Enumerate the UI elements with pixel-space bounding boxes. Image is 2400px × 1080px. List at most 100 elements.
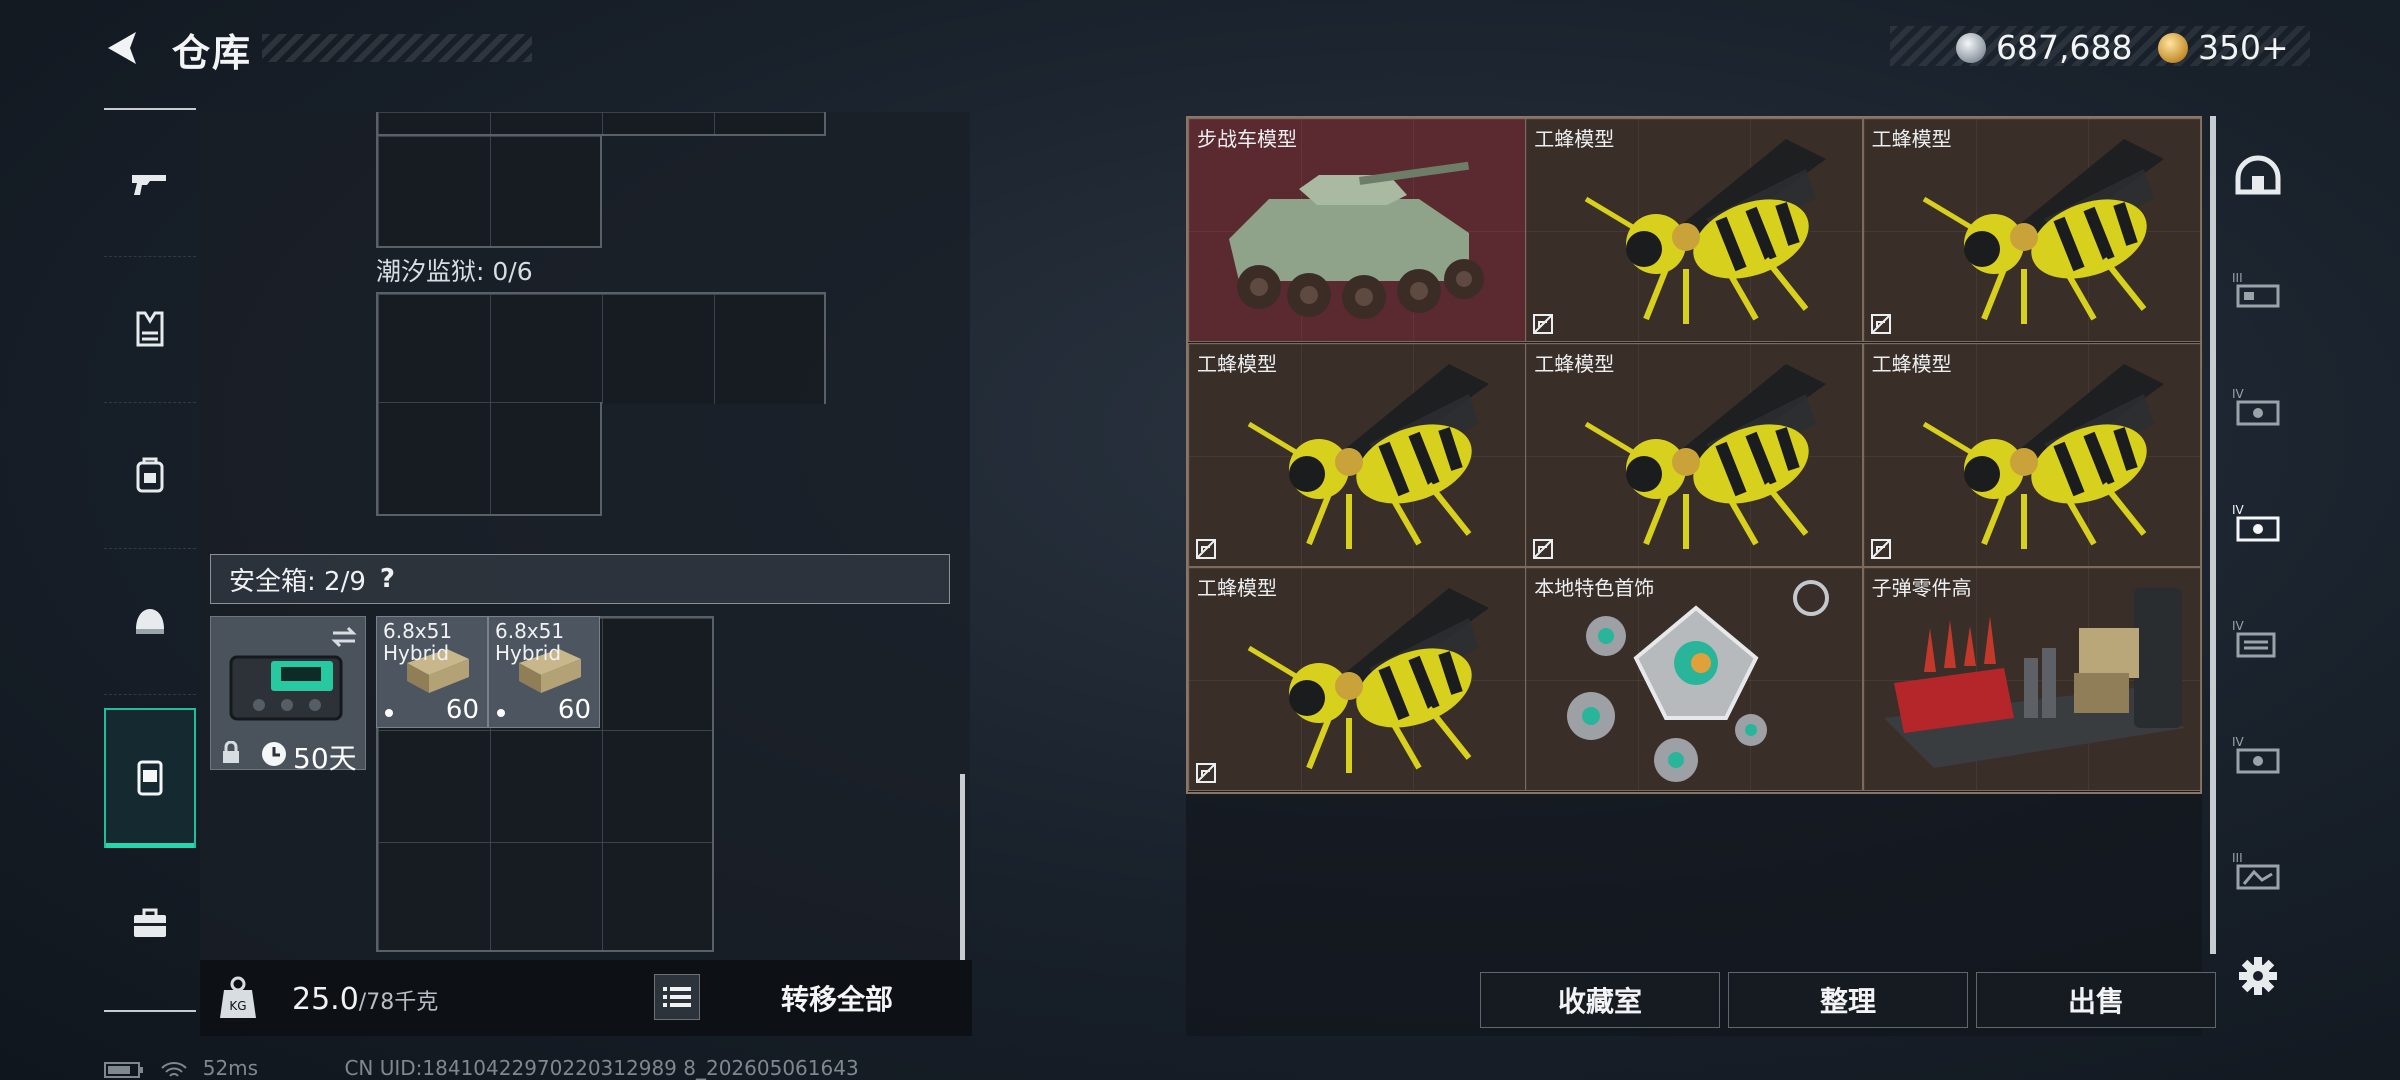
rnav-tier3-gear[interactable]: III — [2222, 242, 2294, 342]
back-arrow-icon[interactable] — [100, 26, 144, 70]
tier4-card-icon: IV — [2232, 735, 2280, 774]
no-fire-icon — [1870, 314, 1891, 334]
item-name: 工蜂模型 — [1534, 351, 1615, 376]
bee-model-art — [1922, 363, 2164, 549]
item-cell[interactable]: 子弹零件高 — [1862, 567, 2201, 792]
svg-text:III: III — [2232, 851, 2243, 865]
no-fire-icon — [1533, 538, 1554, 559]
tier4-docs-icon: IV — [2232, 619, 2276, 658]
rnav-tier3-map[interactable]: III — [2222, 822, 2294, 922]
prison-grid-row2[interactable] — [376, 402, 602, 516]
current-weight: 25.0 — [292, 982, 359, 1017]
svg-text:III: III — [2232, 271, 2243, 285]
item-name: 工蜂模型 — [1871, 127, 1952, 151]
bee-model-art — [1247, 588, 1489, 774]
item-cell[interactable]: 工蜂模型 — [1525, 118, 1864, 342]
item-name: 本地特色首饰 — [1534, 576, 1655, 601]
safe-case-item[interactable]: 50天 — [210, 616, 366, 775]
nav-weapons[interactable] — [104, 110, 196, 257]
ammo-item[interactable]: 6.8x51 Hybrid 60 — [376, 616, 488, 728]
title-stripe — [262, 34, 532, 62]
no-fire-icon — [1533, 314, 1554, 334]
armor-vest-icon — [136, 311, 164, 347]
item-name: 步战车模型 — [1197, 127, 1297, 151]
nav-armor[interactable] — [104, 256, 196, 403]
item-cells: 步战车模型 工蜂模型 工蜂模型 工蜂模型 工蜂模型 工蜂模型 工蜂模型 本地特色… — [1188, 118, 2201, 792]
gold-currency[interactable]: 350+ — [2158, 28, 2289, 67]
vehicle-model-art — [1229, 161, 1484, 319]
item-cell[interactable]: 工蜂模型 — [1188, 567, 1526, 792]
bee-model-art — [1585, 363, 1827, 549]
ammo-dot-icon — [385, 709, 393, 717]
toolbox-icon — [134, 908, 166, 937]
list-icon — [663, 987, 691, 1007]
prison-grid-row1[interactable] — [376, 292, 826, 404]
helmet-icon — [136, 609, 164, 634]
ammo-type: Hybrid — [495, 641, 562, 665]
svg-text:IV: IV — [2232, 503, 2245, 517]
ammo-count: 60 — [557, 695, 591, 725]
uid-readout: CN UID:18410422970220312989 8_2026050616… — [344, 1056, 859, 1080]
left-scrollbar[interactable] — [960, 774, 965, 960]
right-scrollbar[interactable] — [2210, 116, 2216, 954]
ammo-dot-icon — [497, 709, 505, 717]
nav-helmet[interactable] — [104, 548, 196, 695]
help-icon[interactable]: ? — [380, 564, 395, 594]
bee-model-art — [1247, 363, 1489, 549]
right-storage-nav: III IV IV IV IV III — [2222, 116, 2294, 1036]
item-cell[interactable]: 本地特色首饰 — [1525, 567, 1864, 792]
silver-amount: 687,688 — [1996, 28, 2133, 67]
tier4-card-selected-icon: IV — [2232, 503, 2280, 542]
nav-safe-case[interactable] — [104, 708, 196, 848]
safe-case-icon — [137, 760, 163, 796]
tier3-map-icon: III — [2232, 851, 2280, 890]
item-name: 工蜂模型 — [1534, 127, 1615, 151]
bee-model-art — [1922, 139, 2164, 324]
ammo-item[interactable]: 6.8x51 Hybrid 60 — [488, 616, 600, 728]
swap-icon[interactable] — [329, 625, 359, 649]
battery-icon — [104, 1061, 143, 1078]
page-title: 仓库 — [172, 31, 253, 75]
tier4-card-icon: IV — [2232, 387, 2280, 426]
item-cell[interactable]: 工蜂模型 — [1525, 342, 1864, 567]
container-grid-top[interactable] — [376, 136, 602, 248]
sell-button[interactable]: 出售 — [1976, 972, 2216, 1028]
nav-backpack[interactable] — [104, 402, 196, 549]
wifi-icon — [161, 1061, 188, 1077]
no-fire-icon — [1196, 538, 1216, 559]
backpack-icon — [136, 457, 164, 493]
safe-case-header: 安全箱: 2/9 ? — [210, 554, 950, 604]
list-view-button[interactable] — [654, 974, 700, 1020]
item-name: 工蜂模型 — [1871, 351, 1952, 376]
weight-readout: 25.0/78千克 — [292, 982, 438, 1017]
silver-coin-icon — [1956, 32, 1986, 63]
organize-button[interactable]: 整理 — [1728, 972, 1968, 1028]
item-cell[interactable]: 工蜂模型 — [1188, 342, 1526, 567]
rnav-tier4-card[interactable]: IV — [2222, 358, 2294, 458]
left-category-nav — [104, 108, 196, 1012]
ammo-caliber: 6.8x51 — [495, 619, 565, 643]
weapon-icon — [132, 175, 166, 195]
gold-coin-icon — [2158, 32, 2188, 63]
nav-toolbox[interactable] — [104, 850, 196, 996]
item-cell[interactable]: 工蜂模型 — [1862, 118, 2201, 342]
no-fire-icon — [1196, 763, 1216, 784]
ammo-count: 60 — [445, 695, 479, 725]
container-grid-top-remnant — [376, 112, 826, 136]
item-cell[interactable]: 步战车模型 — [1188, 118, 1526, 342]
svg-text:IV: IV — [2232, 619, 2245, 633]
collection-room-button[interactable]: 收藏室 — [1480, 972, 1720, 1028]
item-name: 工蜂模型 — [1197, 351, 1277, 376]
gear-icon — [2239, 957, 2277, 995]
rnav-dome[interactable] — [2222, 126, 2294, 226]
item-cell[interactable]: 工蜂模型 — [1862, 342, 2201, 567]
rnav-tier4-card-2[interactable]: IV — [2222, 706, 2294, 806]
settings-button[interactable] — [2222, 926, 2294, 1026]
transfer-all-button[interactable]: 转移全部 — [712, 968, 962, 1028]
svg-text:KG: KG — [229, 999, 246, 1013]
svg-text:IV: IV — [2232, 735, 2245, 749]
rnav-tier4-docs[interactable]: IV — [2222, 590, 2294, 690]
rnav-tier4-card-selected[interactable]: IV — [2222, 474, 2294, 574]
no-fire-icon — [1870, 538, 1891, 559]
tier3-gear-icon: III — [2232, 271, 2280, 308]
